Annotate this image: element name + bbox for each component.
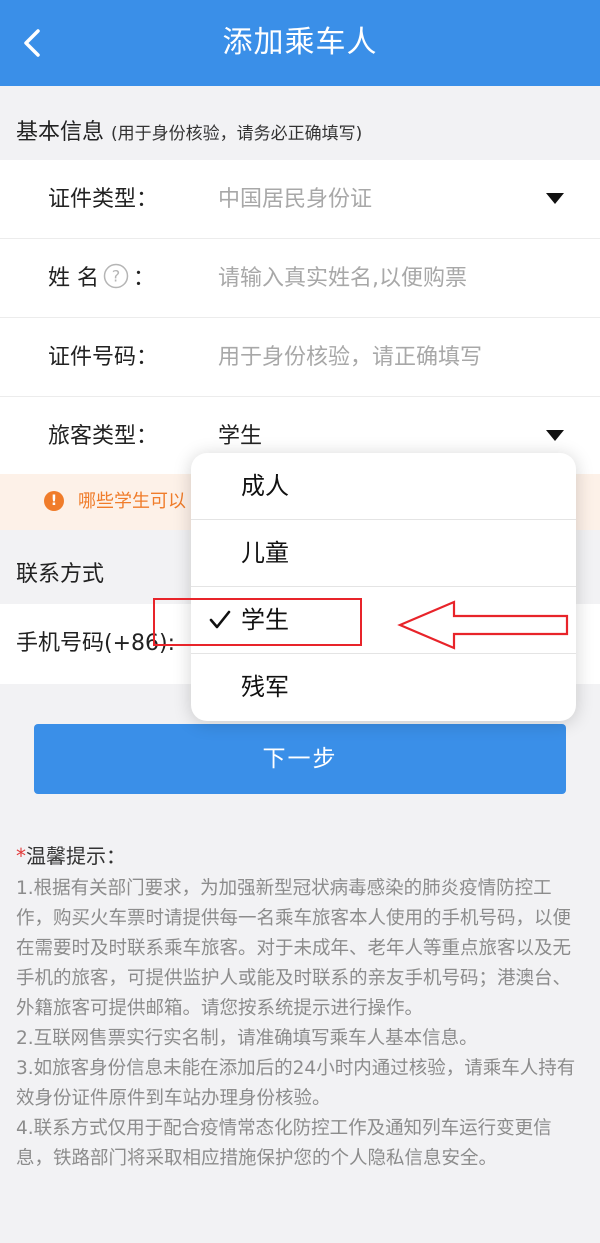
- passenger-type-label: 旅客类型：: [48, 424, 159, 449]
- phone-label: 手机号码(+86):: [16, 631, 176, 656]
- student-notice-text[interactable]: 哪些学生可以: [78, 474, 186, 530]
- option-adult[interactable]: 成人: [191, 453, 576, 520]
- basic-info-form: 证件类型： 中国居民身份证 姓 名? ： 请输入真实姓名,以便购票 证件号码： 用…: [0, 160, 600, 475]
- id-type-select[interactable]: 中国居民身份证: [218, 160, 372, 239]
- tip-item: 2.互联网售票实行实名制，请准确填写乘车人基本信息。: [16, 1028, 478, 1049]
- annotation-highlight-box: [153, 598, 362, 646]
- caret-down-icon: [546, 193, 564, 204]
- id-number-row: 证件号码： 用于身份核验，请正确填写: [0, 318, 600, 397]
- contact-heading: 联系方式: [16, 562, 105, 587]
- caret-down-icon: [546, 430, 564, 441]
- basic-info-note: (用于身份核验，请务必正确填写): [111, 124, 363, 144]
- tip-item: 4.联系方式仅用于配合疫情常态化防控工作及通知列车运行变更信息，铁路部门将采取相…: [16, 1118, 552, 1169]
- page-title: 添加乘车人: [222, 25, 378, 60]
- next-step-button[interactable]: 下一步: [34, 724, 566, 794]
- name-label: 姓 名? ：: [48, 239, 155, 318]
- nav-bar: 添加乘车人: [0, 0, 600, 86]
- option-label: 残军: [241, 673, 289, 701]
- tip-item: 1.根据有关部门要求，为加强新型冠状病毒感染的肺炎疫情防控工作，购买火车票时请提…: [16, 878, 572, 1019]
- annotation-arrow-icon: [397, 600, 569, 650]
- basic-info-heading: 基本信息 (用于身份核验，请务必正确填写): [16, 114, 362, 146]
- option-disabled-military[interactable]: 残军: [191, 654, 576, 721]
- tips-list: 1.根据有关部门要求，为加强新型冠状病毒感染的肺炎疫情防控工作，购买火车票时请提…: [16, 874, 588, 1174]
- id-number-label: 证件号码：: [48, 345, 159, 370]
- id-type-row[interactable]: 证件类型： 中国居民身份证: [0, 160, 600, 239]
- passenger-type-dropdown: 成人 儿童 学生 残军: [191, 453, 576, 721]
- name-label-text: 姓 名: [48, 266, 99, 291]
- tip-item: 3.如旅客身份信息未能在添加后的24小时内通过核验，请乘车人持有效身份证件原件到…: [16, 1058, 576, 1109]
- name-input[interactable]: 请输入真实姓名,以便购票: [218, 239, 467, 318]
- tips-heading: *温馨提示：: [16, 840, 126, 869]
- option-label: 儿童: [241, 539, 289, 567]
- svg-text:?: ?: [112, 267, 121, 286]
- help-icon[interactable]: ?: [103, 263, 129, 289]
- name-label-colon: ：: [133, 266, 156, 291]
- alert-icon: !: [44, 491, 64, 511]
- name-row: 姓 名? ： 请输入真实姓名,以便购票: [0, 239, 600, 318]
- option-child[interactable]: 儿童: [191, 520, 576, 587]
- option-label: 成人: [241, 472, 289, 500]
- id-type-label: 证件类型：: [48, 187, 159, 212]
- id-number-input[interactable]: 用于身份核验，请正确填写: [218, 318, 482, 397]
- basic-info-title: 基本信息: [16, 120, 105, 145]
- tips-title: 温馨提示：: [26, 844, 126, 868]
- required-star: *: [16, 844, 26, 868]
